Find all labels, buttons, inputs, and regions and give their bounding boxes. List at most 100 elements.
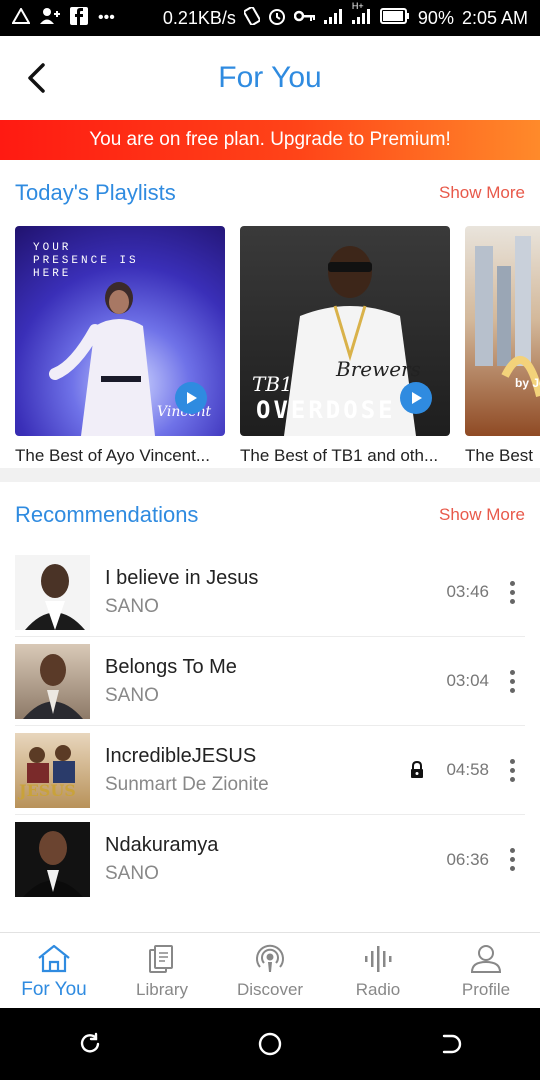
signal-icon: [323, 8, 344, 28]
upgrade-banner[interactable]: You are on free plan. Upgrade to Premium…: [0, 120, 540, 160]
lock-icon: [407, 761, 427, 779]
play-icon: [412, 392, 422, 404]
show-more-playlists-link[interactable]: Show More: [439, 183, 525, 203]
nav-tab-library[interactable]: Library: [108, 933, 216, 1008]
song-artist: Sunmart De Zionite: [105, 773, 269, 795]
play-button[interactable]: [400, 382, 432, 414]
cover-text: OVERDOSE: [256, 396, 396, 424]
alarm-icon: [268, 7, 286, 29]
artist-photo: [25, 563, 85, 630]
playlist-carousel[interactable]: YOUR PRESENCE IS HERE Vincent The Best o…: [0, 226, 540, 506]
library-icon: [148, 942, 176, 976]
home-icon: [36, 941, 72, 975]
song-row[interactable]: Ndakuramya SANO 06:36: [15, 815, 525, 904]
cover-text: by Jo: [515, 376, 540, 390]
song-info: Belongs To Me SANO: [105, 656, 439, 707]
song-title: Belongs To Me: [105, 655, 237, 678]
more-options-button[interactable]: [499, 842, 525, 878]
nav-label: Profile: [461, 979, 511, 999]
recent-apps-icon: [80, 1032, 100, 1053]
network-speed: 0.21KB/s: [162, 7, 236, 28]
battery-icon: [379, 8, 410, 28]
cover-signature: TB1: [252, 372, 293, 396]
recommendations-section: Recommendations Show More I believe in J…: [0, 482, 540, 904]
playlist-card[interactable]: YOUR PRESENCE IS HERE Vincent The Best o…: [15, 226, 225, 466]
artist-photo: [23, 653, 83, 719]
playlist-cover: YOUR PRESENCE IS HERE Vincent: [15, 226, 225, 436]
playlist-card[interactable]: by Jo The Best: [465, 226, 540, 466]
battery-level: 90%: [417, 7, 454, 28]
nav-tab-profile[interactable]: Profile: [432, 933, 540, 1008]
nav-tab-for-you[interactable]: For You: [0, 933, 108, 1008]
waveform-icon: [363, 942, 393, 976]
playlist-card[interactable]: Brewers TB1 OVERDOSE The Best of TB1 and…: [240, 226, 450, 466]
song-duration: 06:36: [446, 849, 489, 869]
more-notifications-icon: •••: [98, 9, 115, 26]
song-thumbnail: [15, 643, 90, 719]
status-bar: ••• 0.21KB/s H+ 90% 2:05 AM: [0, 0, 540, 36]
section-title: Today's Playlists: [15, 180, 176, 205]
clock: 2:05 AM: [461, 7, 528, 28]
playlist-cover: Brewers TB1 OVERDOSE: [240, 226, 450, 436]
city-skyline: [475, 236, 540, 397]
more-options-button[interactable]: [499, 574, 525, 610]
nav-label: Radio: [355, 979, 401, 999]
song-row[interactable]: I believe in Jesus SANO 03:46: [15, 548, 525, 637]
cover-text: JESUS: [19, 780, 76, 800]
song-thumbnail: [15, 554, 90, 630]
system-back-button[interactable]: [430, 1024, 470, 1064]
page-title: For You: [218, 61, 322, 94]
home-button[interactable]: [250, 1024, 290, 1064]
song-artist: SANO: [105, 595, 159, 617]
app-screen: For You You are on free plan. Upgrade to…: [0, 36, 540, 1008]
song-title: IncredibleJESUS: [105, 744, 257, 767]
song-row[interactable]: Belongs To Me SANO 03:04: [15, 637, 525, 726]
play-button[interactable]: [175, 382, 207, 414]
key-icon: [293, 10, 316, 26]
podcast-icon: [255, 942, 285, 976]
song-duration: 03:46: [446, 582, 489, 601]
person-icon: [470, 942, 502, 976]
song-info: IncredibleJESUS Sunmart De Zionite: [105, 745, 407, 796]
playlist-title: The Best of TB1 and oth...: [240, 446, 439, 465]
show-more-recommendations-link[interactable]: Show More: [439, 505, 525, 525]
nav-label: For You: [21, 978, 87, 1000]
mobile-data-icon: H+: [351, 2, 372, 28]
back-arrow-icon: [28, 63, 45, 93]
song-duration: 03:04: [446, 671, 489, 690]
playlist-cover: by Jo: [465, 226, 540, 436]
song-title: Ndakuramya: [105, 834, 219, 856]
top-app-bar: For You: [0, 36, 540, 120]
artist-photo: [23, 831, 83, 897]
play-icon: [187, 392, 197, 404]
playlists-section: Today's Playlists Show More YOUR PRESENC…: [0, 160, 540, 506]
song-thumbnail: [15, 822, 90, 897]
nav-tab-radio[interactable]: Radio: [324, 933, 432, 1008]
back-button[interactable]: [18, 60, 54, 96]
system-navigation-bar: [0, 1008, 540, 1080]
playlist-title: The Best: [465, 446, 534, 465]
playlist-title: The Best of Ayo Vincent...: [15, 446, 210, 465]
add-user-icon: [40, 7, 60, 29]
recent-apps-button[interactable]: [70, 1024, 110, 1064]
network-type: H+: [351, 1, 364, 11]
nav-tab-discover[interactable]: Discover: [216, 933, 324, 1008]
system-back-icon: [442, 1034, 462, 1054]
svg-text:Brewers: Brewers: [335, 357, 421, 381]
nav-label: Library: [136, 979, 188, 999]
facebook-icon: [70, 7, 88, 29]
song-info: Ndakuramya SANO: [105, 834, 439, 885]
home-circle-icon: [258, 1032, 282, 1056]
warning-icon: [11, 6, 31, 28]
nav-label: Discover: [236, 979, 304, 999]
recommendations-list: I believe in Jesus SANO 03:46 Belongs To…: [0, 548, 540, 904]
song-row[interactable]: JESUS IncredibleJESUS Sunmart De Zionite…: [15, 726, 525, 815]
rotate-icon: [243, 6, 261, 29]
song-thumbnail: JESUS: [15, 732, 90, 808]
song-duration: 04:58: [446, 760, 489, 779]
more-options-button[interactable]: [499, 752, 525, 788]
song-artist: SANO: [105, 684, 159, 706]
song-title: I believe in Jesus: [105, 566, 259, 589]
more-options-button[interactable]: [499, 663, 525, 699]
song-artist: SANO: [105, 863, 159, 884]
